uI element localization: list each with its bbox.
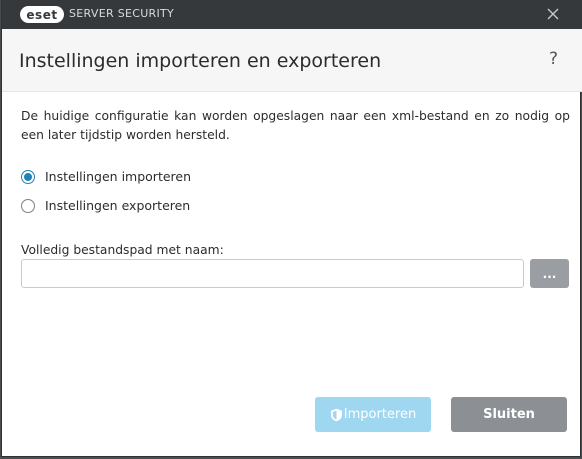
- eset-logo: eset: [20, 6, 64, 23]
- close-button[interactable]: Sluiten: [451, 397, 567, 432]
- radio-button-checked[interactable]: [21, 169, 35, 184]
- shield-icon: [330, 408, 342, 421]
- radio-button-unchecked[interactable]: [21, 198, 35, 213]
- close-icon[interactable]: [545, 6, 561, 22]
- description-text: De huidige configuratie kan worden opges…: [21, 109, 570, 142]
- radio-export-settings[interactable]: Instellingen exporteren: [21, 198, 190, 213]
- file-path-input[interactable]: [21, 259, 524, 288]
- browse-button[interactable]: ...: [530, 259, 569, 288]
- import-button-label: Importeren: [343, 407, 417, 422]
- file-path-label: Volledig bestandspad met naam:: [21, 243, 224, 257]
- title-bar: eset SERVER SECURITY: [2, 0, 582, 29]
- radio-import-settings[interactable]: Instellingen importeren: [21, 169, 191, 184]
- radio-label-export: Instellingen exporteren: [45, 198, 191, 213]
- dialog-window: eset SERVER SECURITY Instellingen import…: [1, 0, 582, 457]
- dialog-header: Instellingen importeren en exporteren ?: [2, 29, 582, 92]
- radio-label-import: Instellingen importeren: [45, 169, 192, 184]
- help-icon[interactable]: ?: [549, 49, 558, 69]
- product-name: SERVER SECURITY: [69, 7, 175, 20]
- import-button[interactable]: Importeren: [315, 397, 431, 432]
- page-title: Instellingen importeren en exporteren: [19, 50, 382, 72]
